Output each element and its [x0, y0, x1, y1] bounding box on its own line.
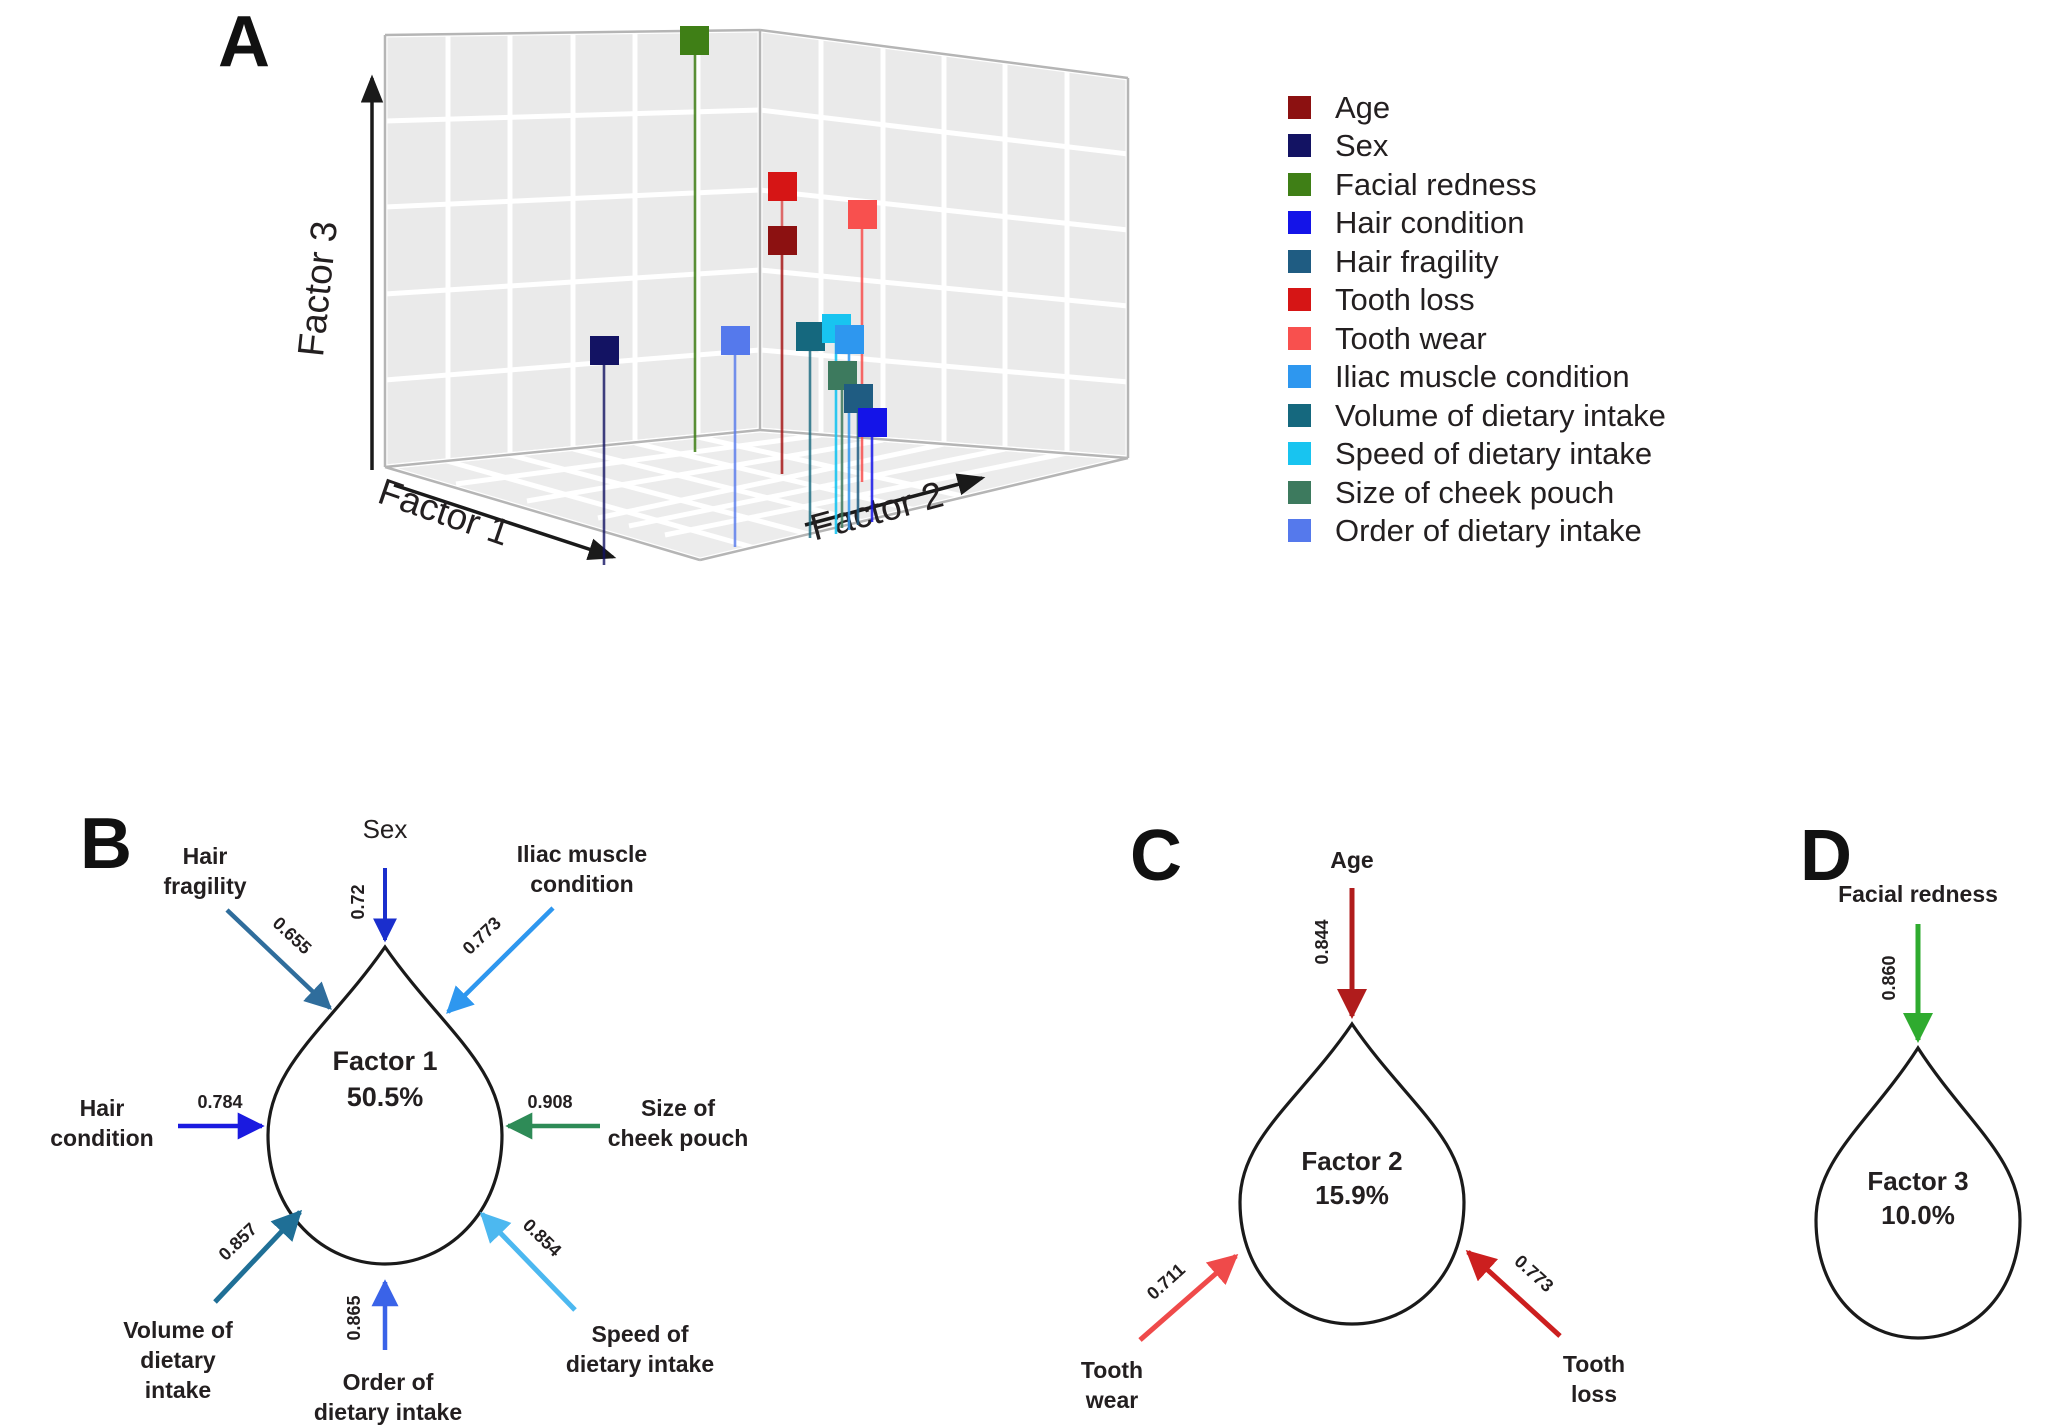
var-label-tooth-wear-2: wear: [1085, 1387, 1138, 1413]
marker-tooth-loss[interactable]: [768, 172, 797, 201]
legend-swatch-icon: [1288, 249, 1311, 273]
var-label-tooth-loss-1: Tooth: [1563, 1351, 1625, 1377]
legend-item-iliac-muscle-condition[interactable]: Iliac muscle condition: [1288, 358, 2048, 397]
legend-label: Tooth loss: [1335, 282, 1475, 318]
legend-item-tooth-wear[interactable]: Tooth wear: [1288, 319, 2048, 358]
factor2-title: Factor 2: [1301, 1146, 1402, 1176]
factor3-svg: Factor 3 10.0% Facial redness 0.860: [1814, 881, 2022, 1340]
var-label-tooth-wear-1: Tooth: [1081, 1357, 1143, 1383]
factor1-variance: 50.5%: [347, 1082, 424, 1112]
var-label-hair-fragility-1: Hair: [183, 843, 228, 869]
figure-root: A B C D Factor 3 Factor 1 Factor 2 Age S…: [0, 0, 2067, 1428]
factor2-variance: 15.9%: [1315, 1180, 1389, 1210]
var-label-cheek-2: cheek pouch: [608, 1125, 749, 1151]
edge-weight-tooth-loss: 0.773: [1511, 1251, 1558, 1296]
var-label-tooth-loss-2: loss: [1571, 1381, 1617, 1407]
edge-weight-speed-dietary: 0.854: [519, 1215, 565, 1261]
var-label-iliac-1: Iliac muscle: [517, 841, 647, 867]
factor2-svg: Factor 2 15.9% Age 0.844 Tooth wear 0.71…: [1081, 847, 1625, 1413]
legend-label: Volume of dietary intake: [1335, 397, 1666, 433]
var-label-speed-1: Speed of: [591, 1321, 688, 1347]
legend-swatch-icon: [1288, 519, 1311, 543]
legend-item-size-of-cheek-pouch[interactable]: Size of cheek pouch: [1288, 473, 2048, 512]
edge-weight-order-dietary: 0.865: [344, 1295, 364, 1340]
marker-sex[interactable]: [590, 336, 619, 365]
legend-swatch-icon: [1288, 134, 1311, 158]
legend: Age Sex Facial redness Hair condition Ha…: [1288, 88, 2048, 550]
var-label-volume-1: Volume of: [123, 1317, 233, 1343]
legend-label: Size of cheek pouch: [1335, 474, 1615, 510]
marker-iliac-muscle[interactable]: [835, 325, 864, 354]
var-label-cheek-1: Size of: [641, 1095, 715, 1121]
panel-d-factor3-diagram: Factor 3 10.0% Facial redness 0.860: [1740, 800, 2067, 1428]
factor1-svg: Factor 1 50.5% Sex 0.72 Hair fragility 0…: [50, 814, 749, 1425]
marker-volume-dietary[interactable]: [796, 322, 825, 351]
var-label-hair-fragility-2: fragility: [163, 873, 246, 899]
edge-weight-hair-fragility: 0.655: [269, 913, 316, 958]
legend-swatch-icon: [1288, 172, 1311, 196]
legend-label: Hair condition: [1335, 205, 1525, 241]
var-label-order-1: Order of: [343, 1369, 434, 1395]
legend-item-hair-condition[interactable]: Hair condition: [1288, 204, 2048, 243]
edge-weight-age: 0.844: [1312, 919, 1332, 964]
legend-item-volume-of-dietary-intake[interactable]: Volume of dietary intake: [1288, 396, 2048, 435]
panel-c-factor2-diagram: Factor 2 15.9% Age 0.844 Tooth wear 0.71…: [1060, 800, 1700, 1428]
var-label-volume-3: intake: [145, 1377, 211, 1403]
legend-label: Sex: [1335, 128, 1389, 164]
legend-swatch-icon: [1288, 211, 1311, 235]
marker-age[interactable]: [768, 226, 797, 255]
legend-item-speed-of-dietary-intake[interactable]: Speed of dietary intake: [1288, 435, 2048, 474]
legend-swatch-icon: [1288, 288, 1311, 312]
edge-weight-facial-redness: 0.860: [1879, 955, 1899, 1000]
var-label-age: Age: [1330, 847, 1373, 873]
legend-swatch-icon: [1288, 326, 1311, 350]
legend-item-hair-fragility[interactable]: Hair fragility: [1288, 242, 2048, 281]
marker-order-dietary[interactable]: [721, 326, 750, 355]
legend-label: Tooth wear: [1335, 320, 1487, 356]
legend-label: Iliac muscle condition: [1335, 359, 1630, 395]
var-label-hair-condition-2: condition: [50, 1125, 153, 1151]
scatter3d-svg: Factor 3 Factor 1 Factor 2: [290, 26, 1131, 565]
legend-item-tooth-loss[interactable]: Tooth loss: [1288, 281, 2048, 320]
var-label-hair-condition-1: Hair: [80, 1095, 125, 1121]
panel-b-factor1-diagram: Factor 1 50.5% Sex 0.72 Hair fragility 0…: [30, 790, 910, 1428]
legend-item-facial-redness[interactable]: Facial redness: [1288, 165, 2048, 204]
var-label-order-2: dietary intake: [314, 1399, 462, 1425]
edge-weight-sex: 0.72: [348, 884, 368, 919]
var-label-sex: Sex: [363, 814, 408, 844]
var-label-facial-redness: Facial redness: [1838, 881, 1998, 907]
marker-hair-condition[interactable]: [858, 408, 887, 437]
legend-item-order-of-dietary-intake[interactable]: Order of dietary intake: [1288, 512, 2048, 551]
panel-a-3d-scatter: Factor 3 Factor 1 Factor 2: [0, 0, 1240, 600]
marker-facial-redness[interactable]: [680, 26, 709, 55]
var-label-iliac-2: condition: [530, 871, 633, 897]
factor3-variance: 10.0%: [1881, 1200, 1955, 1230]
factor1-title: Factor 1: [332, 1046, 437, 1076]
edge-weight-cheek-pouch: 0.908: [527, 1092, 572, 1112]
legend-swatch-icon: [1288, 95, 1311, 119]
legend-label: Age: [1335, 89, 1391, 125]
legend-label: Hair fragility: [1335, 243, 1499, 279]
var-label-speed-2: dietary intake: [566, 1351, 714, 1377]
marker-tooth-wear[interactable]: [848, 200, 877, 229]
edge-weight-tooth-wear: 0.711: [1143, 1259, 1189, 1303]
factor3-title: Factor 3: [1867, 1166, 1968, 1196]
legend-item-sex[interactable]: Sex: [1288, 127, 2048, 166]
legend-swatch-icon: [1288, 480, 1311, 504]
legend-item-age[interactable]: Age: [1288, 88, 2048, 127]
legend-label: Order of dietary intake: [1335, 513, 1642, 549]
edge-weight-hair-condition: 0.784: [197, 1092, 242, 1112]
legend-swatch-icon: [1288, 442, 1311, 466]
legend-label: Speed of dietary intake: [1335, 436, 1653, 472]
legend-swatch-icon: [1288, 365, 1311, 389]
axis-label-factor3: Factor 3: [290, 219, 345, 358]
var-label-volume-2: dietary: [140, 1347, 216, 1373]
legend-label: Facial redness: [1335, 166, 1537, 202]
edge-weight-iliac-muscle: 0.773: [459, 913, 505, 959]
legend-swatch-icon: [1288, 403, 1311, 427]
